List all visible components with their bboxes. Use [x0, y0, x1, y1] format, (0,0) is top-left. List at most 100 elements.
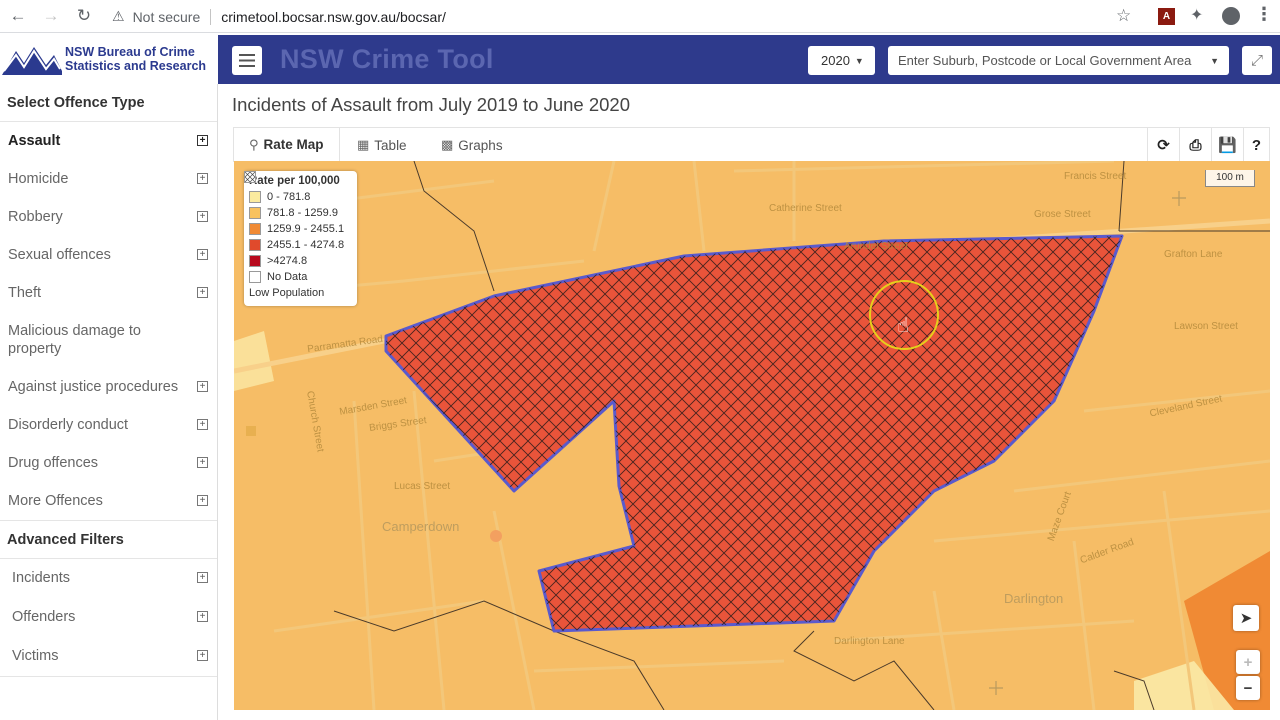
- street-label: Grose Street: [1034, 209, 1091, 220]
- legend-swatch: [249, 255, 261, 267]
- legend-item: 781.8 - 1259.9: [249, 205, 352, 221]
- print-button[interactable]: ⎙: [1179, 128, 1211, 162]
- sidebar-item-offenders[interactable]: Offenders +: [0, 598, 217, 637]
- street-label: Catherine Street: [769, 203, 842, 214]
- logo-line-2: Statistics and Research: [65, 59, 207, 73]
- expand-plus-icon[interactable]: +: [197, 210, 208, 222]
- sidebar-item-homicide[interactable]: Homicide +: [0, 160, 217, 198]
- street-label: Francis Street: [1064, 171, 1127, 182]
- expand-plus-icon[interactable]: +: [197, 650, 208, 661]
- sidebar-item-label: Offenders: [12, 609, 76, 625]
- street-label: Darlington Lane: [834, 636, 905, 647]
- legend-swatch: [249, 207, 261, 219]
- sidebar-item-assault[interactable]: Assault +: [0, 122, 217, 160]
- expand-plus-icon[interactable]: +: [197, 611, 208, 622]
- locate-button[interactable]: ➤: [1233, 605, 1259, 631]
- zoom-out-button[interactable]: −: [1236, 676, 1260, 700]
- legend-label: 2455.1 - 4274.8: [267, 239, 345, 251]
- street-label: Lucas Street: [394, 481, 451, 492]
- expand-plus-icon[interactable]: +: [197, 134, 208, 146]
- hand-cursor-icon: ☝: [897, 315, 910, 337]
- sidebar-item-label: Theft: [8, 284, 42, 301]
- legend-swatch: [249, 191, 261, 203]
- map-marker-icon: ⚲: [249, 136, 259, 152]
- help-button[interactable]: ?: [1243, 128, 1269, 162]
- expand-plus-icon[interactable]: +: [197, 494, 208, 506]
- sidebar-item-more-offences[interactable]: More Offences +: [0, 482, 217, 520]
- legend-label: >4274.8: [267, 255, 308, 267]
- sidebar-item-victims[interactable]: Victims +: [0, 637, 217, 676]
- logo-mark-icon: [2, 47, 62, 75]
- expand-plus-icon[interactable]: +: [197, 418, 208, 430]
- year-value: 2020: [821, 53, 850, 68]
- legend-item: 1259.9 - 2455.1: [249, 221, 352, 237]
- tab-rate-map[interactable]: ⚲ Rate Map: [234, 128, 340, 162]
- tab-table[interactable]: ▦ Table: [357, 128, 407, 162]
- legend-item: Low Population: [244, 171, 352, 301]
- expand-plus-icon[interactable]: +: [197, 172, 208, 184]
- year-select[interactable]: 2020 ▼: [808, 46, 875, 75]
- sidebar-item-label: More Offences: [8, 492, 103, 509]
- save-button[interactable]: 💾: [1211, 128, 1243, 162]
- legend-label: No Data: [267, 271, 308, 283]
- sidebar-item-justice-procedures[interactable]: Against justice procedures +: [0, 368, 217, 406]
- legend-label: 1259.9 - 2455.1: [267, 223, 345, 235]
- street-label: Grafton Lane: [1164, 249, 1223, 260]
- reload-icon[interactable]: ↻: [69, 1, 99, 31]
- expand-plus-icon[interactable]: +: [197, 380, 208, 392]
- caret-down-icon: ▼: [1210, 55, 1219, 66]
- legend-item: 0 - 781.8: [249, 189, 352, 205]
- sidebar-item-theft[interactable]: Theft +: [0, 274, 217, 312]
- logo-text: NSW Bureau of Crime Statistics and Resea…: [65, 45, 206, 73]
- refresh-button[interactable]: ⟳: [1147, 128, 1179, 162]
- logo-line-1: NSW Bureau of Crime: [65, 45, 195, 59]
- expand-plus-icon[interactable]: +: [197, 456, 208, 468]
- sidebar-item-label: Robbery: [8, 208, 63, 225]
- place-label-camperdown: Camperdown: [382, 519, 460, 534]
- menu-toggle-button[interactable]: [232, 46, 262, 75]
- sidebar-item-label: Incidents: [12, 570, 71, 586]
- browser-menu-icon[interactable]: ⋮: [1255, 4, 1273, 25]
- tab-label: Table: [374, 137, 407, 153]
- view-tabbar: ⚲ Rate Map ▦ Table ▩ Graphs ⟳ ⎙ 💾 ?: [233, 127, 1270, 162]
- address-separator: [210, 8, 212, 25]
- rate-map[interactable]: Camperdown Darlington Parramatta Road Ca…: [234, 161, 1270, 710]
- forward-icon[interactable]: →: [36, 1, 66, 31]
- expand-plus-icon[interactable]: +: [197, 286, 208, 298]
- offence-sidebar: Select Offence Type Assault + Homicide +…: [0, 84, 218, 720]
- bookmark-star-icon[interactable]: ☆: [1116, 6, 1131, 26]
- map-scale: 100 m: [1205, 170, 1255, 187]
- tab-graphs[interactable]: ▩ Graphs: [441, 128, 503, 162]
- sidebar-item-incidents[interactable]: Incidents +: [0, 559, 217, 598]
- address-bar[interactable]: ⚠ Not secure crimetool.bocsar.nsw.gov.au…: [106, 3, 1146, 30]
- legend-title: Rate per 100,000: [249, 175, 340, 187]
- profile-avatar-icon[interactable]: [1222, 7, 1240, 25]
- save-icon: 💾: [1218, 137, 1237, 154]
- expand-plus-icon[interactable]: +: [197, 248, 208, 260]
- sidebar-item-label: Drug offences: [8, 454, 99, 471]
- app-title: NSW Crime Tool: [280, 44, 494, 74]
- bocsar-logo[interactable]: NSW Bureau of Crime Statistics and Resea…: [0, 35, 218, 83]
- poi-marker: [246, 426, 256, 436]
- sidebar-divider: [0, 676, 217, 677]
- tab-label: Rate Map: [263, 137, 324, 152]
- sidebar-item-label: Disorderly conduct: [8, 416, 129, 433]
- expand-plus-icon[interactable]: +: [197, 572, 208, 583]
- browser-toolbar: ← → ↻ ⚠ Not secure crimetool.bocsar.nsw.…: [0, 0, 1280, 33]
- offence-type-heading: Select Offence Type: [0, 84, 217, 122]
- pdf-extension-icon[interactable]: A: [1158, 8, 1175, 25]
- location-search-select[interactable]: Enter Suburb, Postcode or Local Governme…: [888, 46, 1229, 75]
- url-text[interactable]: crimetool.bocsar.nsw.gov.au/bocsar/: [221, 9, 446, 25]
- sidebar-item-robbery[interactable]: Robbery +: [0, 198, 217, 236]
- sidebar-item-drug-offences[interactable]: Drug offences +: [0, 444, 217, 482]
- back-icon[interactable]: ←: [3, 1, 33, 31]
- sidebar-item-sexual-offences[interactable]: Sexual offences +: [0, 236, 217, 274]
- fullscreen-button[interactable]: ⤢: [1242, 46, 1272, 75]
- bar-chart-icon: ▩: [441, 137, 454, 152]
- legend-swatch-hatched: [244, 171, 256, 183]
- sidebar-item-disorderly-conduct[interactable]: Disorderly conduct +: [0, 406, 217, 444]
- extensions-puzzle-icon[interactable]: ✦: [1190, 5, 1203, 25]
- sidebar-item-malicious-damage[interactable]: Malicious damage to property: [0, 312, 217, 368]
- legend-item: No Data: [249, 269, 352, 285]
- zoom-in-button[interactable]: +: [1236, 650, 1260, 674]
